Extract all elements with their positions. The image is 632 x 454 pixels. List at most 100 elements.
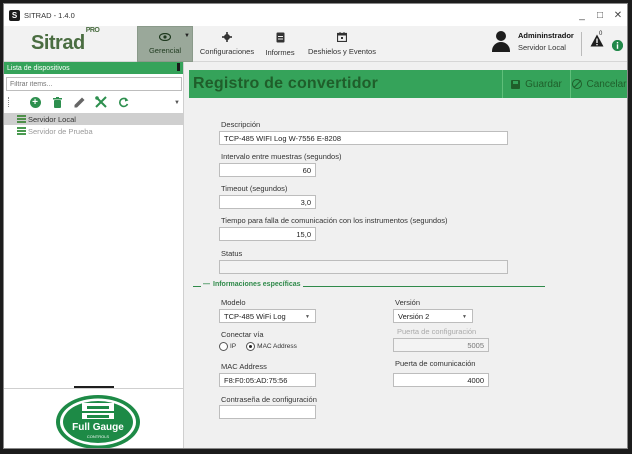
user-info: Admininstrador Servidor Local (518, 31, 574, 52)
mac-address-label: MAC Address (221, 362, 267, 371)
alerts-button[interactable]: 0 (590, 31, 606, 54)
document-icon (276, 32, 285, 46)
refresh-button[interactable] (112, 93, 134, 111)
logo-sup: PRO (85, 27, 100, 35)
app-window: S SITRAD - 1.4.0 _ □ ✕ SitradPRO ▼ Geren… (3, 3, 628, 449)
maximize-button[interactable]: □ (591, 4, 609, 26)
cancel-button-label: Cancelar (586, 78, 627, 90)
config-password-field[interactable] (219, 405, 316, 419)
eye-icon (158, 32, 172, 44)
form-header: Registro de convertidor Guardar Cancelar (189, 70, 627, 98)
page-title: Registro de convertidor (193, 75, 379, 92)
nav-configuraciones-label: Configuraciones (199, 47, 255, 56)
pin-icon[interactable] (177, 63, 180, 71)
nav-gerencial[interactable]: ▼ Gerencial (137, 26, 193, 62)
radio-ip[interactable]: IP (219, 342, 236, 351)
tree-item-label: Servidor de Prueba (28, 126, 93, 136)
tree-toolbar: + ▼ (4, 91, 183, 113)
status-label: Status (221, 249, 243, 258)
version-label: Versión (395, 298, 421, 307)
window-title: SITRAD - 1.4.0 (24, 10, 75, 20)
chevron-down-icon[interactable]: ▼ (184, 33, 190, 39)
failure-time-field[interactable]: 15,0 (219, 227, 316, 241)
comm-port-label: Puerta de comunicación (395, 359, 476, 368)
brand-name: Full Gauge (72, 422, 124, 433)
version-select[interactable]: Versión 2 ▼ (393, 309, 473, 323)
user-server: Servidor Local (518, 42, 566, 52)
add-button[interactable]: + (24, 93, 46, 111)
model-value: TCP-485 WiFi Log (224, 311, 286, 321)
nav-informes-label: Informes (265, 47, 295, 57)
divider (4, 388, 183, 389)
nav-informes[interactable]: Informes (262, 26, 298, 62)
app-header: SitradPRO ▼ Gerencial Configuraciones In… (4, 26, 627, 62)
edit-button[interactable] (68, 93, 90, 111)
cancel-button[interactable]: Cancelar (570, 70, 627, 98)
toolbar-more-icon[interactable]: ▼ (174, 100, 180, 106)
sidebar-title: Lista de dispositivos (7, 64, 70, 72)
sidebar: Lista de dispositivos + ▼ Servidor Local (4, 62, 184, 448)
nav-gerencial-label: Gerencial (148, 46, 182, 55)
mac-address-field[interactable]: F8:F0:05:AD:75:56 (219, 373, 316, 387)
radio-mac-address[interactable]: MAC Address (246, 342, 297, 351)
tree-item-servidor-local[interactable]: Servidor Local (4, 113, 183, 125)
tools-button[interactable] (90, 93, 112, 111)
tools-icon (95, 96, 107, 108)
nav-deshielos-eventos[interactable]: Deshielos y Eventos (304, 26, 380, 62)
logo-text: Sitrad (31, 32, 85, 54)
description-field[interactable]: TCP-485 WIFI Log W-7556 E-8208 (219, 131, 508, 145)
config-password-label: Contraseña de configuración (221, 395, 317, 404)
server-icon (17, 127, 26, 135)
refresh-icon (118, 97, 128, 107)
timeout-label: Timeout (segundos) (221, 184, 288, 193)
delete-button[interactable] (46, 93, 68, 111)
chevron-down-icon: ▼ (462, 314, 467, 320)
failure-time-label: Tiempo para falla de comunicación con lo… (221, 216, 448, 225)
calendar-icon (336, 32, 348, 45)
timeout-field[interactable]: 3,0 (219, 195, 316, 209)
model-select[interactable]: TCP-485 WiFi Log ▼ (219, 309, 316, 323)
info-icon[interactable] (612, 40, 623, 51)
header-divider (581, 32, 582, 56)
save-icon (511, 79, 521, 89)
tree-item-label: Servidor Local (28, 114, 76, 124)
section-title-text: Informaciones específicas (213, 281, 301, 288)
sidebar-header: Lista de dispositivos (4, 62, 183, 74)
filter-input[interactable] (6, 77, 182, 91)
sitrad-logo: SitradPRO (31, 27, 100, 55)
toolbar-grip (8, 97, 9, 107)
window-controls: _ □ ✕ (573, 4, 627, 26)
delete-icon (52, 96, 62, 108)
gear-icon (222, 32, 232, 45)
main-panel: Registro de convertidor Guardar Cancelar… (185, 62, 627, 448)
full-gauge-logo: Full Gauge CONTROLS (54, 394, 142, 448)
status-field (219, 260, 508, 274)
app-icon: S (9, 9, 20, 21)
minimize-button[interactable]: _ (573, 4, 591, 26)
section-title: — Informaciones específicas (201, 281, 303, 288)
model-label: Modelo (221, 298, 246, 307)
interval-label: Intervalo entre muestras (segundos) (221, 152, 342, 161)
comm-port-field[interactable]: 4000 (393, 373, 489, 387)
user-name: Admininstrador (518, 30, 574, 40)
edit-icon (74, 97, 84, 107)
user-avatar-icon (492, 30, 510, 52)
nav-configuraciones[interactable]: Configuraciones (197, 26, 257, 62)
save-button-label: Guardar (525, 78, 562, 90)
save-button[interactable]: Guardar (502, 70, 570, 98)
radio-mac-label: MAC Address (257, 343, 297, 350)
config-port-field: 5005 (393, 338, 489, 352)
config-port-label: Puerta de configuración (397, 327, 477, 336)
version-value: Versión 2 (398, 311, 430, 321)
interval-field[interactable]: 60 (219, 163, 316, 177)
description-label: Descripción (221, 120, 261, 129)
user-menu[interactable]: Admininstrador Servidor Local (492, 30, 574, 52)
connect-via-label: Conectar vía (221, 330, 264, 339)
nav-deshielos-label: Deshielos y Eventos (308, 47, 376, 56)
chevron-down-icon: ▼ (305, 314, 310, 320)
alert-count: 0 (599, 31, 603, 37)
tree-item-servidor-prueba[interactable]: Servidor de Prueba (4, 125, 183, 137)
server-icon (17, 115, 26, 123)
close-button[interactable]: ✕ (609, 4, 627, 26)
brand-sub: CONTROLS (86, 434, 110, 439)
